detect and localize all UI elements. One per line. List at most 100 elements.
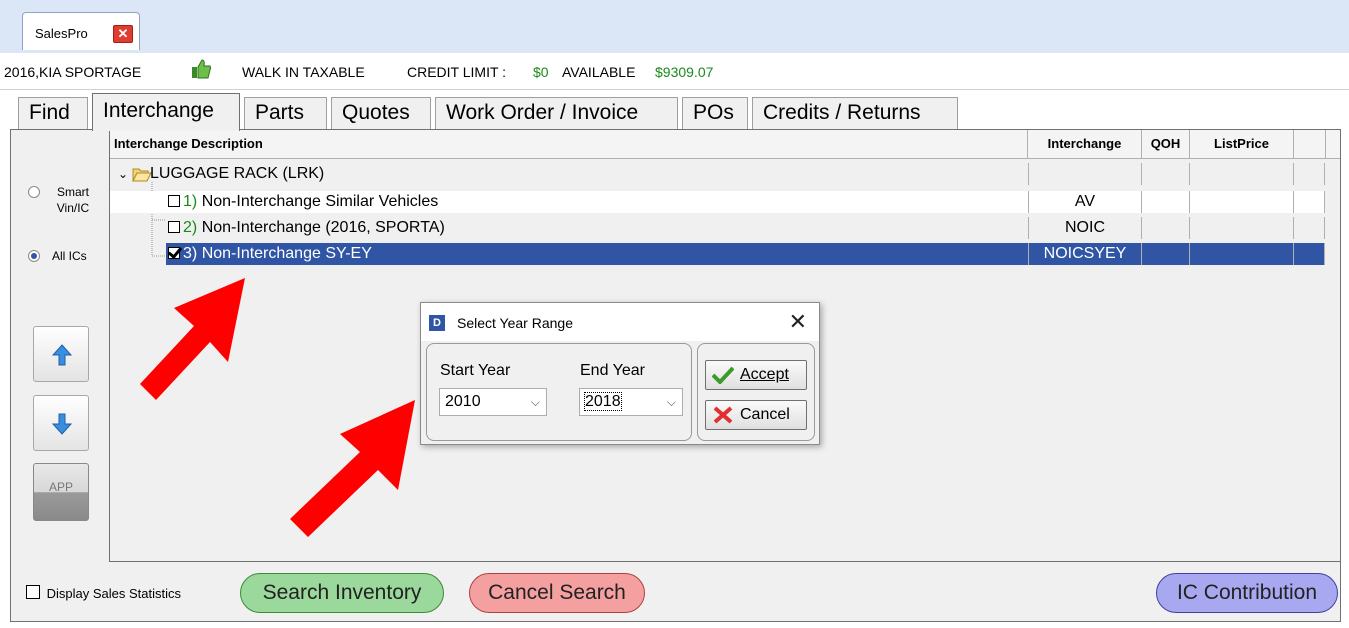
search-inventory-button[interactable]: Search Inventory [240,573,444,613]
tab-label: Interchange [103,99,214,122]
annotation-arrow-icon [290,400,415,537]
group-label: LUGGAGE RACK (LRK) [150,165,325,182]
folder-open-icon [132,168,152,182]
column-header-qoh[interactable]: QOH [1142,130,1190,158]
app-button[interactable]: APP [33,463,89,521]
chevron-down-icon: ⌵ [666,395,676,409]
column-header-description[interactable]: Interchange Description [110,130,1028,158]
row-number: 1) [183,193,198,210]
group-qoh-cell [1142,163,1190,185]
title-bar: SalesPro ✕ [0,0,1349,53]
tab-parts[interactable]: Parts [244,97,327,129]
tab-label: Quotes [342,101,410,124]
row-number: 2) [183,219,198,236]
end-year-label: End Year [580,362,645,379]
document-tab-label: SalesPro [35,26,88,41]
select-year-range-dialog: D Select Year Range ✕ Start Year 2010 ⌵ E… [420,302,820,445]
row-interchange: AV [1028,191,1142,213]
year-range-group: Start Year 2010 ⌵ End Year 2018 ⌵ [426,343,692,441]
group-interchange-cell [1028,163,1142,185]
table-row-selected[interactable]: 3) Non-Interchange SY-EY NOICSYEY [166,243,1325,265]
tab-work-order-invoice[interactable]: Work Order / Invoice [435,97,678,129]
chevron-down-icon[interactable]: ⌄ [118,163,128,185]
smart-vin-ic-radio[interactable] [28,186,40,198]
chevron-down-icon: ⌵ [530,395,540,409]
row-description: Non-Interchange (2016, SPORTA) [201,219,445,236]
all-ics-radio[interactable] [28,250,40,262]
tab-pos[interactable]: POs [682,97,748,129]
row-checkbox[interactable] [168,221,180,233]
sales-statistics-checkbox[interactable] [26,585,40,599]
all-ics-label: All ICs [52,249,87,263]
display-sales-statistics[interactable]: Display Sales Statistics [26,585,181,601]
row-description: Non-Interchange Similar Vehicles [201,193,439,210]
customer-type: WALK IN TAXABLE [242,64,365,80]
checkmark-icon [712,366,734,384]
start-year-value: 2010 [445,393,481,410]
thumbs-up-icon [192,59,211,79]
row-qoh [1142,191,1190,213]
search-inventory-label: Search Inventory [262,581,422,604]
dialog-title-bar: D Select Year Range ✕ [421,303,819,341]
tab-quotes[interactable]: Quotes [331,97,431,129]
app-button-label: APP [48,480,73,494]
column-header-blank [1294,130,1326,158]
ic-contribution-button[interactable]: IC Contribution [1156,573,1338,613]
move-down-button[interactable] [33,395,89,451]
row-qoh [1142,217,1190,239]
row-number: 3) [183,245,198,262]
end-year-select[interactable]: 2018 ⌵ [579,388,683,416]
end-year-value: 2018 [584,392,622,411]
close-icon[interactable]: ✕ [113,25,133,43]
annotation-arrow-icon [140,278,245,400]
available-label: AVAILABLE [562,64,636,80]
table-row[interactable]: 2) Non-Interchange (2016, SPORTA) NOIC [110,217,1325,239]
row-listprice [1190,243,1294,265]
accept-label: Accept [740,366,789,383]
close-icon[interactable]: ✕ [789,309,807,335]
row-blank [1294,217,1325,239]
table-row[interactable]: 1) Non-Interchange Similar Vehicles AV [110,191,1325,213]
row-interchange: NOICSYEY [1028,243,1142,265]
grid-header: Interchange Description Interchange QOH … [110,130,1340,159]
accept-button[interactable]: Accept [705,360,807,390]
column-header-interchange[interactable]: Interchange [1028,130,1142,158]
cancel-label: Cancel [740,406,790,423]
row-description: Non-Interchange SY-EY [201,245,372,262]
document-tab-salespro[interactable]: SalesPro ✕ [22,12,140,50]
group-listprice-cell [1190,163,1294,185]
row-listprice [1190,191,1294,213]
row-checkbox-checked[interactable] [168,247,180,259]
start-year-label: Start Year [440,362,511,379]
arrow-down-icon [52,413,72,435]
column-header-listprice[interactable]: ListPrice [1190,130,1294,158]
cancel-button[interactable]: Cancel [705,400,807,430]
customer-info-bar: 2016,KIA SPORTAGE WALK IN TAXABLE CREDIT… [0,53,1349,90]
row-checkbox[interactable] [168,195,180,207]
move-up-button[interactable] [33,326,89,382]
row-blank [1294,191,1325,213]
arrow-up-icon [52,344,72,366]
group-row-luggage-rack[interactable]: ⌄ LUGGAGE RACK (LRK) [110,163,1325,185]
main-tab-strip: Find Interchange Parts Quotes Work Order… [0,90,1349,131]
credit-limit-label: CREDIT LIMIT : [407,64,507,80]
app-icon: D [429,315,445,331]
start-year-select[interactable]: 2010 ⌵ [439,388,547,416]
dialog-title: Select Year Range [457,315,573,331]
tab-interchange[interactable]: Interchange [92,93,240,131]
tab-find[interactable]: Find [18,97,88,129]
ic-contribution-label: IC Contribution [1176,581,1318,604]
cancel-search-label: Cancel Search [488,581,626,604]
tab-label: Find [29,101,70,124]
cancel-search-button[interactable]: Cancel Search [469,573,645,613]
smart-vin-ic-label: Smart Vin/IC [56,185,90,215]
tab-label: POs [693,101,734,124]
sales-statistics-label: Display Sales Statistics [46,586,182,601]
row-interchange: NOIC [1028,217,1142,239]
row-qoh [1142,243,1190,265]
vehicle-label: 2016,KIA SPORTAGE [4,64,142,80]
row-listprice [1190,217,1294,239]
tab-label: Parts [255,101,305,124]
tab-credits-returns[interactable]: Credits / Returns [752,97,958,129]
x-icon [713,406,733,424]
